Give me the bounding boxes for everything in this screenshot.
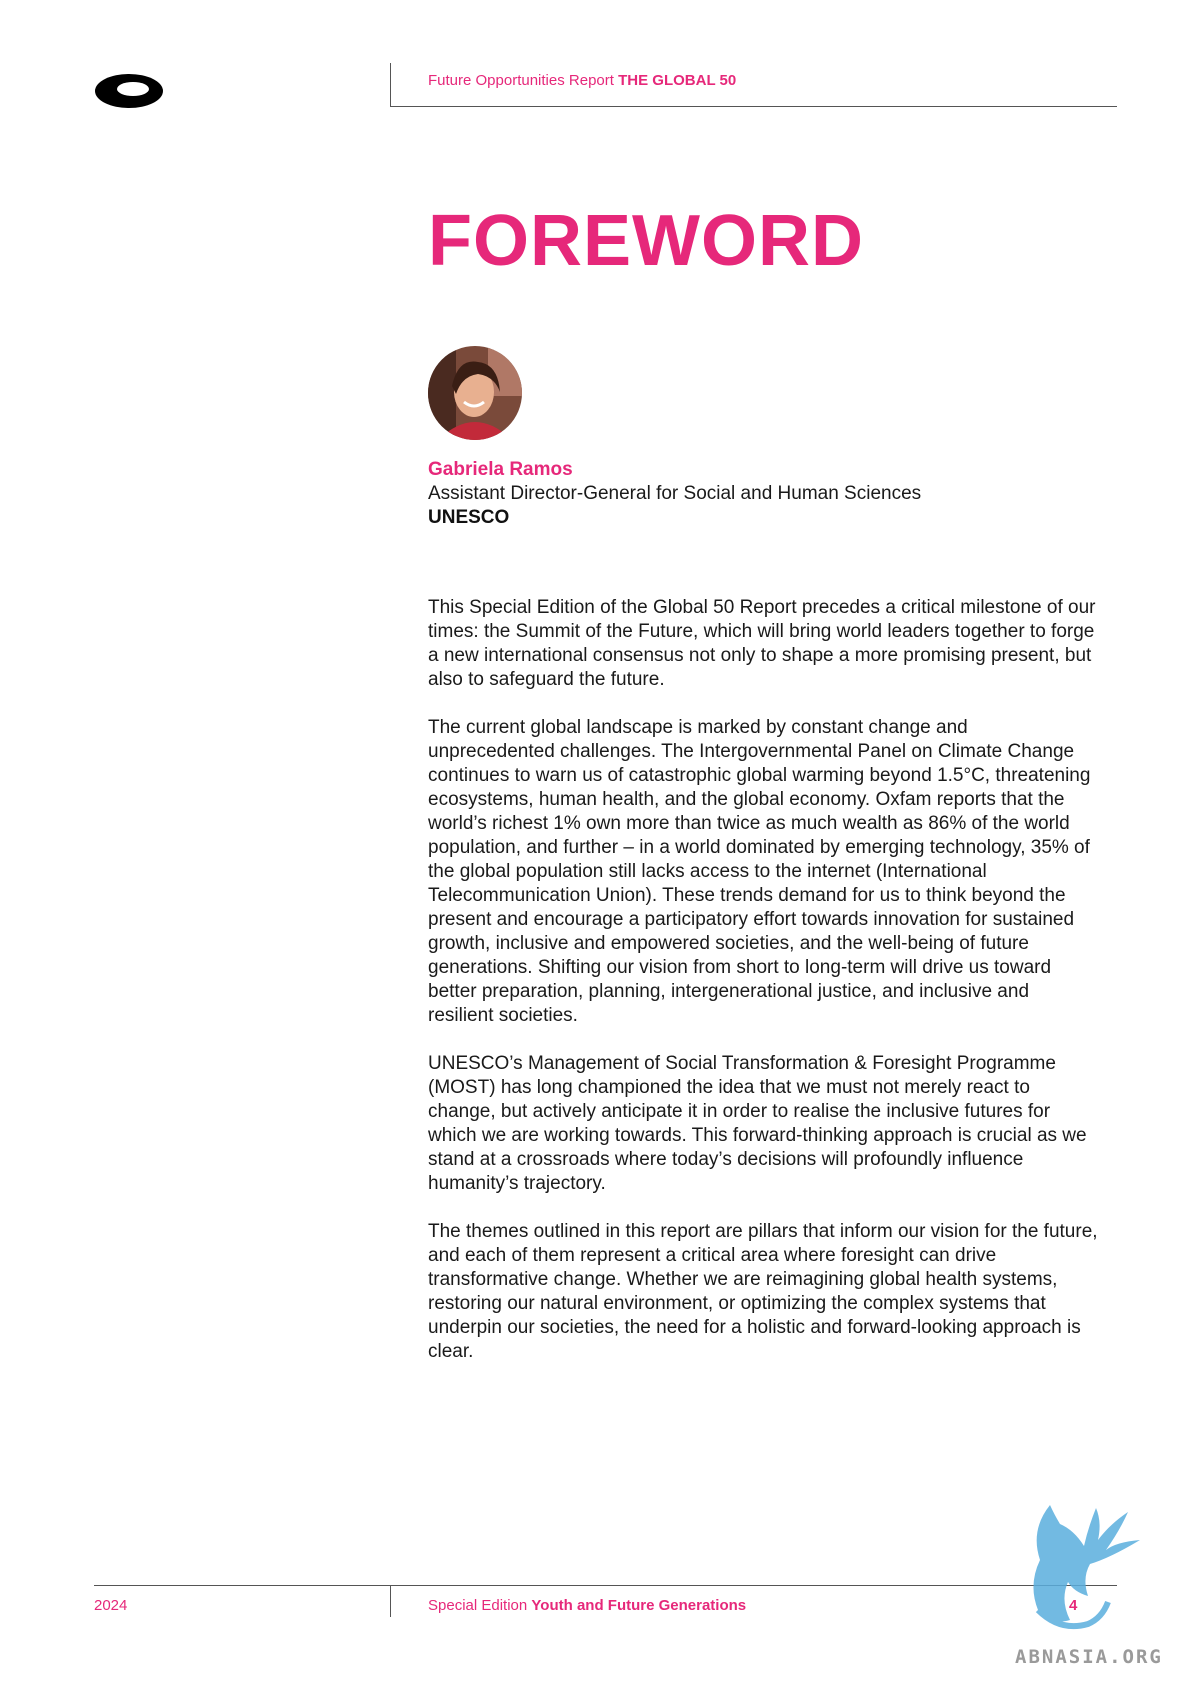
report-label: Future Opportunities Report	[428, 72, 614, 89]
footer-divider-vertical	[390, 1585, 391, 1617]
running-header: Future Opportunities Report THE GLOBAL 5…	[428, 72, 736, 89]
author-portrait	[428, 346, 522, 440]
edition-label: Special Edition	[428, 1597, 528, 1614]
report-title: THE GLOBAL 50	[618, 72, 737, 89]
edition-title: Youth and Future Generations	[531, 1597, 747, 1614]
header-divider-vertical	[390, 63, 391, 107]
foreword-body: This Special Edition of the Global 50 Re…	[428, 596, 1098, 1388]
paragraph: UNESCO’s Management of Social Transforma…	[428, 1053, 1087, 1194]
paragraph: The current global landscape is marked b…	[428, 717, 1091, 1026]
griffin-watermark-icon	[1033, 1505, 1140, 1630]
author-role: Assistant Director-General for Social an…	[428, 483, 922, 504]
author-name: Gabriela Ramos	[428, 459, 573, 480]
header-rule	[390, 106, 1117, 107]
ring-logo-icon	[95, 74, 163, 108]
footer-year: 2024	[94, 1597, 128, 1614]
running-footer: Special Edition Youth and Future Generat…	[428, 1597, 746, 1614]
footer-rule	[94, 1585, 1117, 1586]
author-organization: UNESCO	[428, 507, 510, 528]
paragraph: The themes outlined in this report are p…	[428, 1221, 1098, 1362]
paragraph: This Special Edition of the Global 50 Re…	[428, 597, 1096, 690]
author-block: Gabriela Ramos Assistant Director-Genera…	[428, 458, 921, 530]
page-title: FOREWORD	[428, 201, 864, 281]
watermark-label: ABNASIA.ORG	[1015, 1646, 1163, 1668]
